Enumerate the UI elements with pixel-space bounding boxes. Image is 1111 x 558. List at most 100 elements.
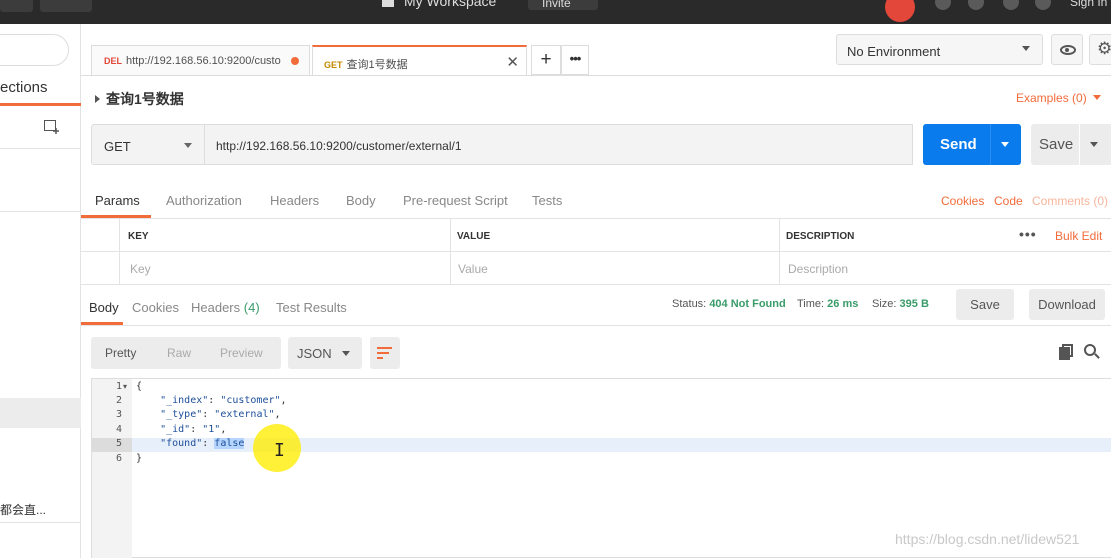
- top-bar: My Workspace Invite Sign In: [0, 0, 1111, 24]
- selected-text: false: [214, 438, 245, 449]
- status-label: Status:: [672, 298, 707, 310]
- invite-label: Invite: [542, 0, 571, 10]
- sidebar-tab-collections[interactable]: ections: [0, 79, 48, 96]
- value-input[interactable]: Value: [458, 262, 488, 276]
- headers-count-badge: (4): [243, 300, 260, 315]
- send-button[interactable]: Send: [923, 124, 1021, 165]
- search-icon[interactable]: [1084, 344, 1100, 360]
- satellite-icon[interactable]: [935, 0, 951, 10]
- chevron-down-icon: [1022, 46, 1030, 51]
- new-window-button[interactable]: [40, 0, 92, 12]
- request-name[interactable]: 查询1号数据: [95, 89, 184, 109]
- view-raw-button[interactable]: Raw: [167, 346, 191, 360]
- chevron-down-icon: [184, 143, 192, 148]
- wrap-lines-button[interactable]: [370, 337, 400, 369]
- request-tab-del[interactable]: DEL http://192.168.56.10:9200/custo: [91, 45, 310, 75]
- size-value: 395 B: [899, 298, 929, 310]
- column-divider: [119, 219, 120, 284]
- view-preview-button[interactable]: Preview: [220, 346, 263, 360]
- response-tab-cookies[interactable]: Cookies: [132, 300, 179, 315]
- tab-headers[interactable]: Headers: [270, 193, 319, 208]
- params-more-button[interactable]: •••: [1019, 226, 1037, 242]
- response-tabs-divider: [81, 325, 1111, 326]
- save-split: [1079, 124, 1080, 165]
- signin-button[interactable]: Sign In: [1070, 0, 1111, 9]
- view-mode-group: Pretty Raw Preview: [91, 337, 281, 369]
- response-tab-test-results[interactable]: Test Results: [276, 300, 347, 315]
- response-tab-headers[interactable]: Headers (4): [191, 300, 260, 315]
- wrap-icon: [377, 347, 392, 349]
- format-select[interactable]: JSON: [288, 337, 362, 369]
- description-input[interactable]: Description: [788, 262, 848, 276]
- comments-link[interactable]: Comments (0): [1032, 194, 1108, 208]
- workspace-title: My Workspace: [404, 0, 497, 9]
- wrap-icon: [377, 357, 383, 359]
- more-tabs-button[interactable]: •••: [561, 45, 589, 75]
- gear-icon: ⚙: [1097, 39, 1111, 58]
- status-info: Status: 404 Not Found: [672, 298, 786, 310]
- close-icon[interactable]: ✕: [506, 53, 519, 71]
- save-request-button[interactable]: Save: [1031, 124, 1111, 165]
- time-label: Time:: [797, 298, 825, 310]
- send-split: [990, 124, 991, 165]
- tab-tests[interactable]: Tests: [532, 193, 562, 208]
- tab-body[interactable]: Body: [346, 193, 376, 208]
- new-tab-button[interactable]: +: [531, 45, 561, 75]
- code-line: "_type": "external",: [160, 409, 281, 420]
- examples-dropdown[interactable]: Examples (0): [1016, 91, 1101, 105]
- chevron-down-icon: [342, 351, 350, 356]
- method-label: GET: [104, 139, 131, 154]
- method-select[interactable]: GET: [91, 124, 205, 165]
- workspace-switcher[interactable]: My Workspace: [382, 0, 496, 9]
- new-collection-icon[interactable]: [44, 120, 60, 134]
- environment-select[interactable]: No Environment: [836, 34, 1043, 65]
- bulk-edit-link[interactable]: Bulk Edit: [1055, 229, 1102, 243]
- params-empty-row: [81, 252, 1111, 285]
- column-divider: [450, 219, 451, 284]
- sidebar: ections 都会直...: [0, 24, 81, 558]
- code-link[interactable]: Code: [994, 194, 1023, 208]
- sidebar-item[interactable]: 都会直...: [0, 501, 46, 518]
- request-name-label: 查询1号数据: [106, 91, 184, 107]
- copy-icon[interactable]: [1059, 344, 1073, 360]
- view-pretty-button[interactable]: Pretty: [105, 346, 136, 360]
- url-input[interactable]: http://192.168.56.10:9200/customer/exter…: [205, 124, 913, 165]
- tab-row-divider: [81, 75, 1111, 76]
- sidebar-tab-indicator: [0, 103, 81, 106]
- environment-quick-look-button[interactable]: [1051, 34, 1083, 65]
- tab-authorization[interactable]: Authorization: [166, 193, 242, 208]
- column-header-value: VALUE: [457, 231, 491, 242]
- chevron-down-icon: [1092, 95, 1101, 100]
- heart-icon[interactable]: [1035, 0, 1051, 10]
- manage-environments-button[interactable]: ⚙: [1089, 34, 1111, 65]
- sidebar-filter-input[interactable]: [0, 34, 69, 66]
- top-left-button[interactable]: [0, 0, 33, 12]
- fold-icon[interactable]: ▾: [123, 382, 127, 391]
- sync-icon[interactable]: [885, 0, 915, 22]
- text-cursor-icon: I: [274, 440, 285, 461]
- sidebar-selected-item[interactable]: [0, 398, 81, 428]
- params-table: KEY VALUE DESCRIPTION ••• Bulk Edit Key …: [81, 219, 1111, 285]
- invite-button[interactable]: Invite: [528, 0, 598, 10]
- line-number: 6: [115, 453, 122, 464]
- notifications-icon[interactable]: [1003, 0, 1019, 10]
- response-tab-body[interactable]: Body: [89, 300, 119, 315]
- tab-params[interactable]: Params: [95, 193, 140, 208]
- caret-right-icon: [95, 95, 100, 103]
- chevron-down-icon[interactable]: [1001, 142, 1009, 147]
- key-input[interactable]: Key: [130, 262, 151, 276]
- size-label: Size:: [872, 298, 897, 310]
- save-response-button[interactable]: Save: [956, 289, 1014, 320]
- tab-pre-request-script[interactable]: Pre-request Script: [403, 193, 508, 208]
- settings-icon[interactable]: [968, 0, 984, 10]
- cookies-link[interactable]: Cookies: [941, 194, 984, 208]
- format-label: JSON: [297, 346, 332, 361]
- code-line: "found": false: [160, 438, 245, 449]
- watermark: https://blog.csdn.net/lidew521: [895, 531, 1080, 547]
- download-button[interactable]: Download: [1029, 289, 1105, 320]
- chevron-down-icon[interactable]: [1090, 142, 1098, 147]
- request-tab-get[interactable]: GET 查询1号数据 ✕: [312, 45, 527, 75]
- code-line: "_index": "customer",: [160, 395, 287, 406]
- line-number: 1: [115, 381, 122, 392]
- code-line: "_id": "1",: [160, 424, 227, 435]
